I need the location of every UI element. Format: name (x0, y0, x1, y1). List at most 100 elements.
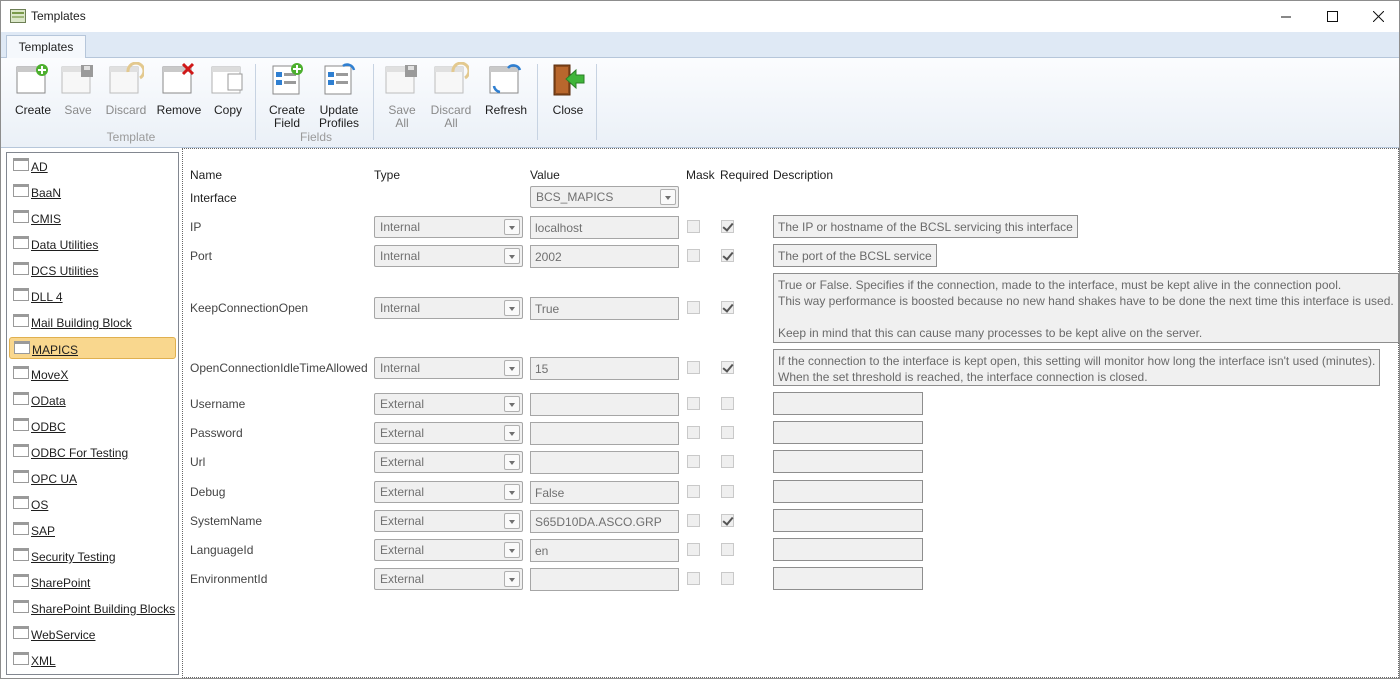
close-button[interactable]: Close (548, 62, 588, 117)
field-type-select[interactable]: External (374, 510, 523, 532)
template-list-item[interactable]: SharePoint (9, 571, 176, 593)
field-type-select[interactable]: External (374, 539, 523, 561)
minimize-button[interactable] (1263, 1, 1309, 32)
template-list-item[interactable]: MAPICS (9, 337, 176, 359)
close-window-button[interactable] (1355, 1, 1400, 32)
template-list-item[interactable]: Mail Building Block (9, 311, 176, 333)
field-description[interactable]: The port of the BCSL service (773, 244, 937, 267)
required-checkbox[interactable] (721, 249, 734, 262)
required-checkbox[interactable] (721, 361, 734, 374)
template-list-item[interactable]: Security Testing (9, 545, 176, 567)
field-description[interactable] (773, 480, 923, 503)
discard-button[interactable]: Discard (104, 61, 148, 117)
create-button[interactable]: Create (14, 62, 52, 117)
mask-checkbox[interactable] (687, 572, 700, 585)
ribbon-separator (596, 64, 597, 140)
discard-icon (109, 61, 146, 94)
field-type-select[interactable]: External (374, 393, 523, 415)
required-checkbox[interactable] (721, 397, 734, 410)
field-value-input[interactable] (530, 393, 679, 416)
template-list-item[interactable]: WebService (9, 623, 176, 645)
field-type-select[interactable]: Internal (374, 245, 523, 267)
template-list-item[interactable]: OData (9, 389, 176, 411)
mask-checkbox[interactable] (687, 397, 700, 410)
template-list-item[interactable]: DCS Utilities (9, 259, 176, 281)
template-list-item[interactable]: SAP (9, 519, 176, 541)
mask-checkbox[interactable] (687, 543, 700, 556)
required-checkbox[interactable] (721, 572, 734, 585)
required-checkbox[interactable] (721, 301, 734, 314)
mask-checkbox[interactable] (687, 485, 700, 498)
field-value-input[interactable]: en (530, 539, 679, 562)
field-type-select[interactable]: Internal (374, 357, 523, 379)
field-value-input[interactable] (530, 422, 679, 445)
field-description[interactable] (773, 421, 923, 444)
field-description[interactable]: The IP or hostname of the BCSL servicing… (773, 215, 1078, 238)
field-value-input[interactable]: 15 (530, 357, 679, 380)
template-list-item[interactable]: BaaN (9, 181, 176, 203)
required-checkbox[interactable] (721, 543, 734, 556)
remove-button[interactable]: Remove (156, 62, 202, 117)
tab-templates[interactable]: Templates (6, 35, 86, 59)
template-list-label: DLL 4 (31, 290, 63, 304)
refresh-button[interactable]: Refresh (484, 62, 528, 117)
field-value-input[interactable] (530, 568, 679, 591)
field-type-select[interactable]: Internal (374, 297, 523, 319)
template-list-item[interactable]: SharePoint Building Blocks (9, 597, 176, 619)
copy-button[interactable]: Copy (209, 62, 247, 117)
field-value-input[interactable]: 2002 (530, 245, 679, 268)
template-list-item[interactable]: AD (9, 155, 176, 177)
field-type-select[interactable]: Internal (374, 216, 523, 238)
template-list-item[interactable]: ODBC For Testing (9, 441, 176, 463)
mask-checkbox[interactable] (687, 361, 700, 374)
field-description[interactable] (773, 538, 923, 561)
create-field-button[interactable]: Create Field (267, 62, 307, 130)
required-checkbox[interactable] (721, 220, 734, 233)
mask-checkbox[interactable] (687, 514, 700, 527)
field-type-select[interactable]: External (374, 422, 523, 444)
required-checkbox[interactable] (721, 426, 734, 439)
field-value-input[interactable]: localhost (530, 216, 679, 239)
field-description[interactable] (773, 567, 923, 590)
template-list-item[interactable]: DLL 4 (9, 285, 176, 307)
chevron-down-icon (660, 189, 676, 205)
field-type-select[interactable]: External (374, 481, 523, 503)
save-button[interactable]: Save (59, 62, 97, 117)
maximize-button[interactable] (1309, 1, 1355, 32)
template-list-item[interactable]: MoveX (9, 363, 176, 385)
template-list-item[interactable]: XML (9, 649, 176, 671)
mask-checkbox[interactable] (687, 426, 700, 439)
chevron-down-icon (504, 396, 520, 412)
mask-checkbox[interactable] (687, 301, 700, 314)
chevron-down-icon (504, 425, 520, 441)
field-value-input[interactable]: True (530, 297, 679, 320)
field-description[interactable]: True or False. Specifies if the connecti… (773, 273, 1399, 343)
field-value-input[interactable] (530, 451, 679, 474)
mask-checkbox[interactable] (687, 220, 700, 233)
template-list-item[interactable]: Data Utilities (9, 233, 176, 255)
mask-checkbox[interactable] (687, 249, 700, 262)
save-all-button[interactable]: Save All (383, 62, 421, 130)
mask-checkbox[interactable] (687, 455, 700, 468)
update-profiles-button[interactable]: Update Profiles (317, 62, 361, 130)
field-value-input[interactable]: False (530, 481, 679, 504)
exit-door-icon (553, 64, 585, 96)
required-checkbox[interactable] (721, 455, 734, 468)
field-type-select[interactable]: External (374, 451, 523, 473)
required-checkbox[interactable] (721, 514, 734, 527)
field-description[interactable]: If the connection to the interface is ke… (773, 349, 1381, 386)
template-icon (13, 262, 29, 275)
template-list-item[interactable]: OPC UA (9, 467, 176, 489)
field-type-select[interactable]: External (374, 568, 523, 590)
template-list-item[interactable]: OS (9, 493, 176, 515)
template-list-item[interactable]: CMIS (9, 207, 176, 229)
field-value-input[interactable]: S65D10DA.ASCO.GRP (530, 510, 679, 533)
required-checkbox[interactable] (721, 485, 734, 498)
field-description[interactable] (773, 509, 923, 532)
field-description[interactable] (773, 392, 923, 415)
template-list-item[interactable]: ODBC (9, 415, 176, 437)
interface-select[interactable]: BCS_MAPICS (530, 186, 679, 208)
template-icon (13, 470, 29, 483)
discard-all-button[interactable]: Discard All (429, 61, 473, 130)
field-description[interactable] (773, 450, 923, 473)
